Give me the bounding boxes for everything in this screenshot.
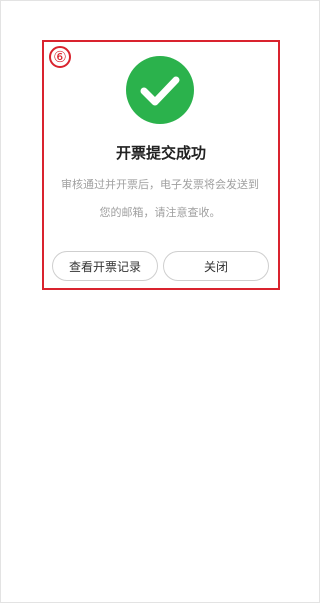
check-circle-icon (126, 56, 194, 124)
view-invoice-records-button[interactable]: 查看开票记录 (52, 251, 158, 281)
step-number-badge: ⑥ (49, 46, 71, 68)
dialog-message-line-2: 您的邮箱，请注意查收。 (99, 206, 221, 219)
dialog-message-line-1: 审核通过并开票后，电子发票将会发送到 (61, 178, 259, 191)
close-button[interactable]: 关闭 (163, 251, 269, 281)
dialog-title: 开票提交成功 (115, 144, 206, 162)
